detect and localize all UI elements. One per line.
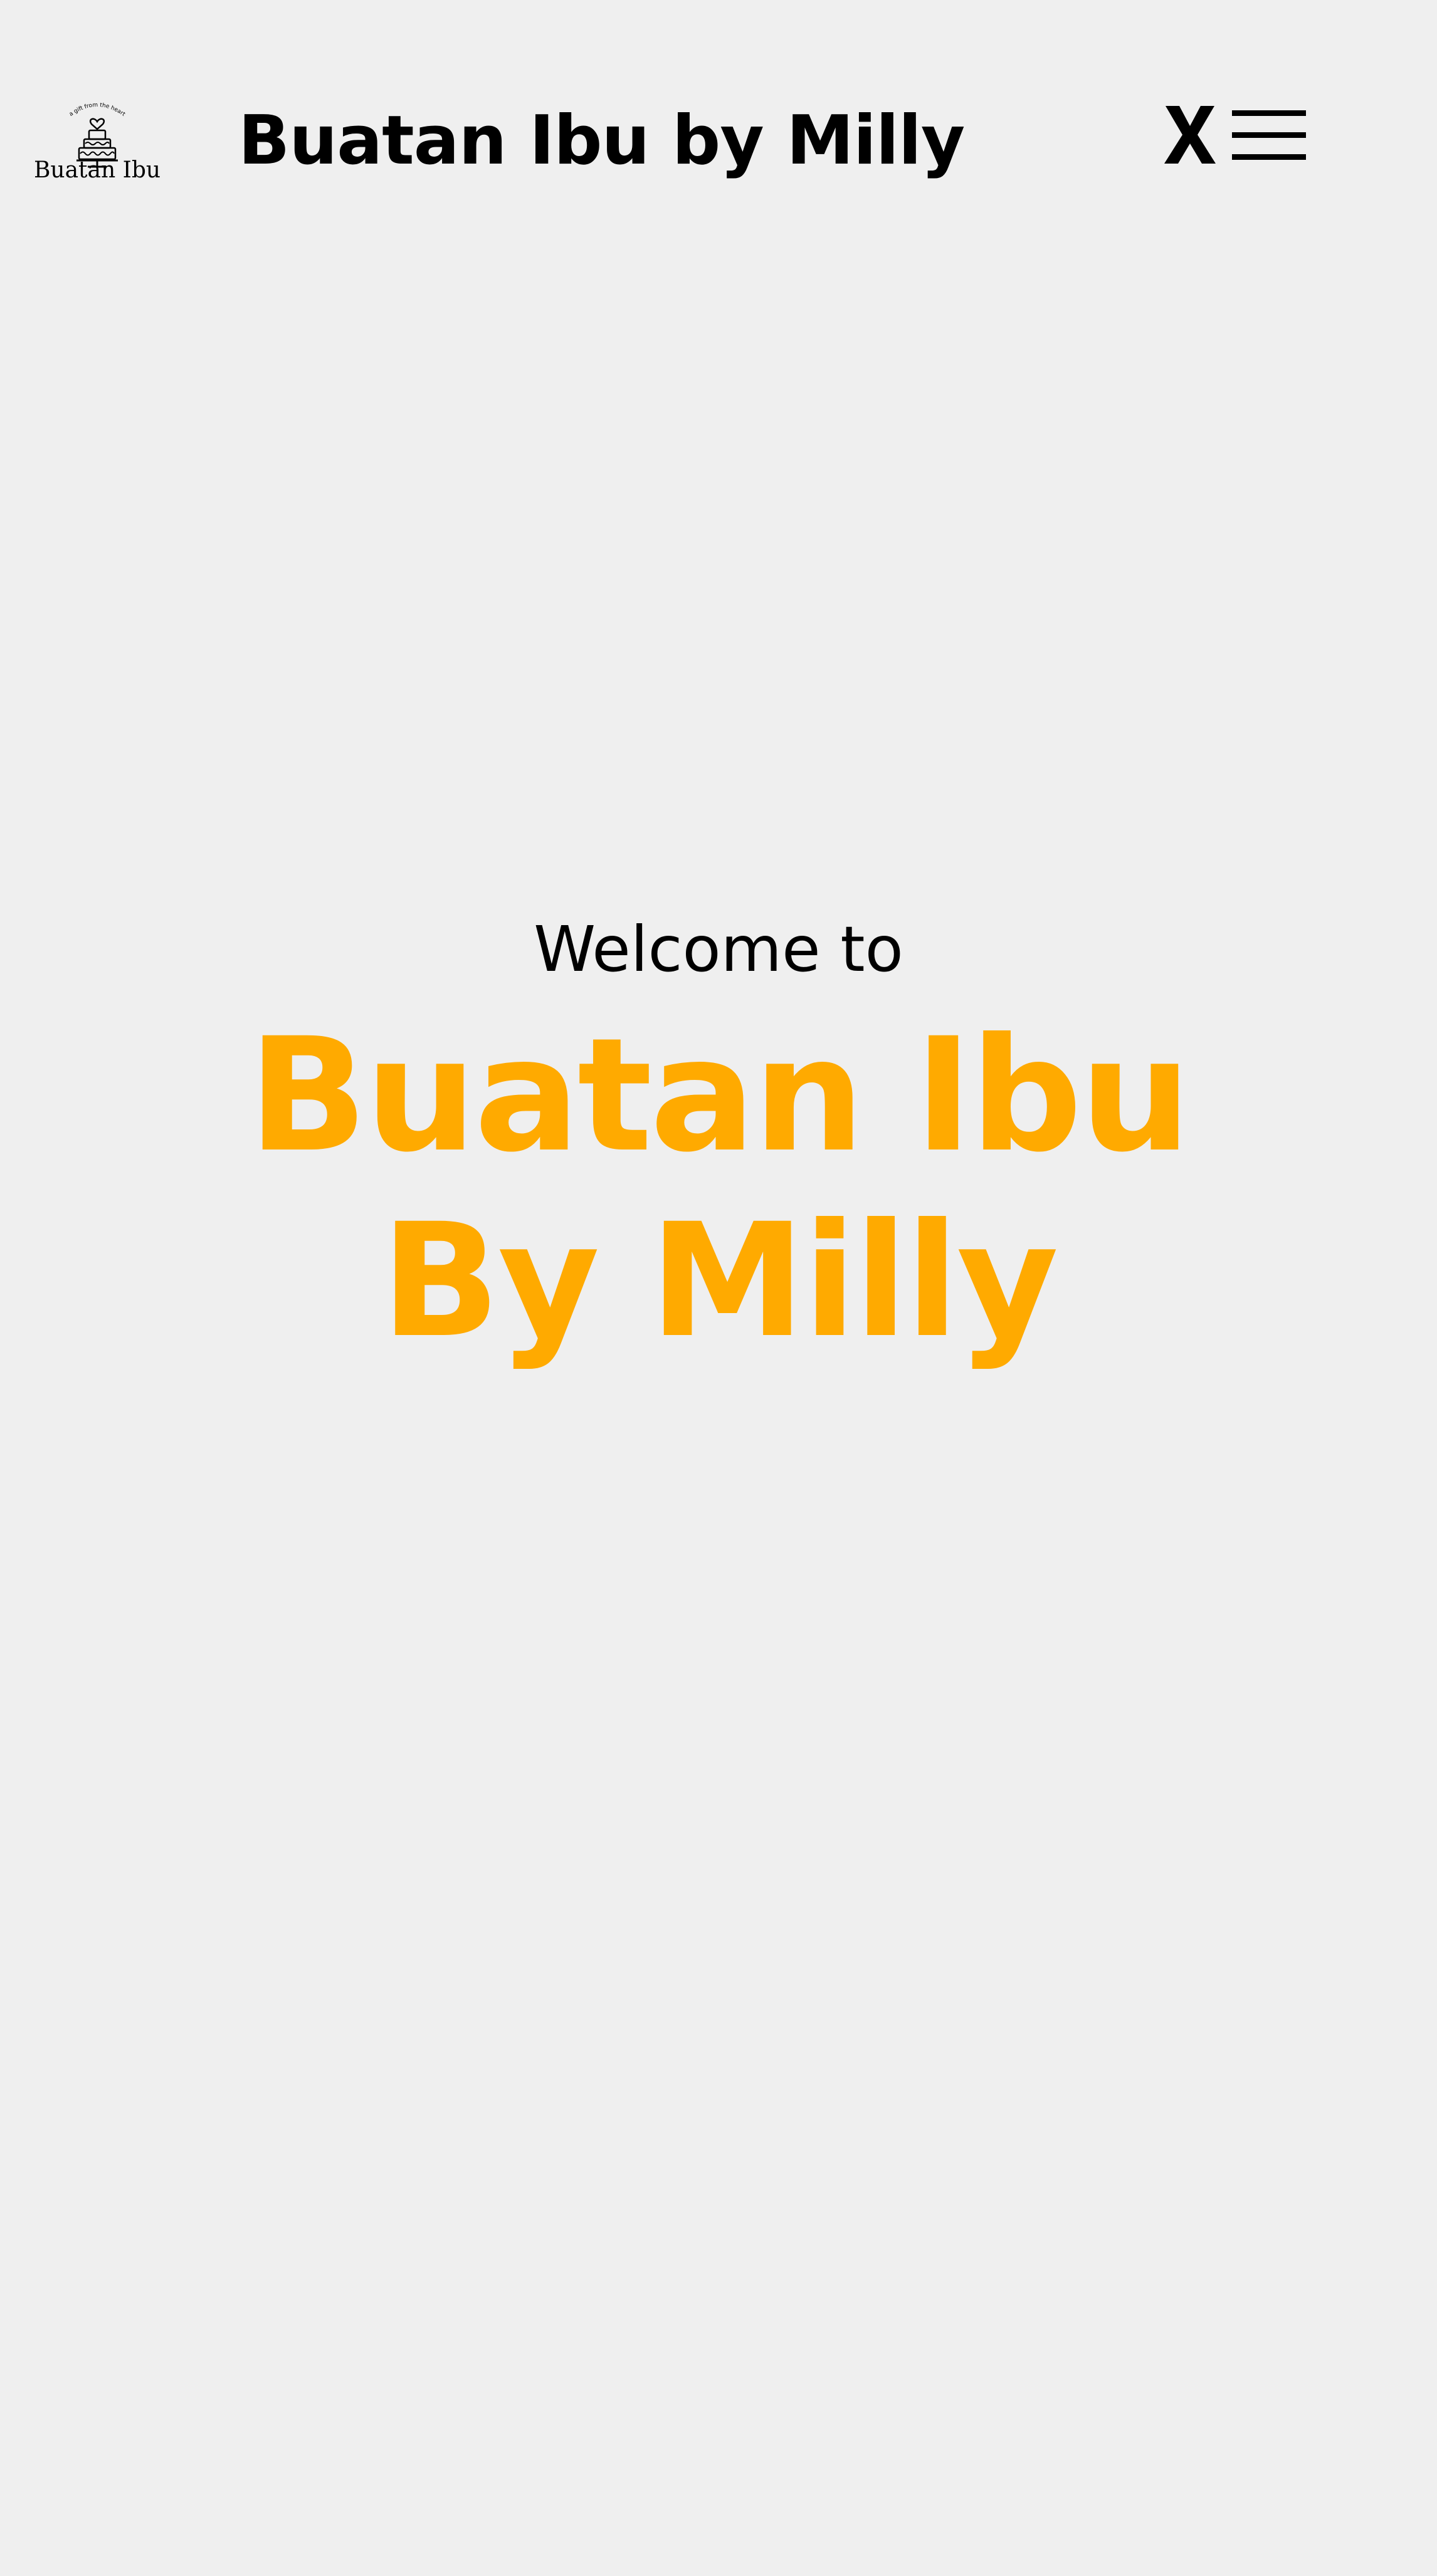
brand-logo[interactable]: a gift from the heart Buatan Ibu xyxy=(31,94,163,188)
hero-brand-name-line2: By Milly xyxy=(381,1190,1058,1372)
svg-text:a gift from the heart: a gift from the heart xyxy=(68,102,127,118)
hero-brand-name-line1: Buatan Ibu xyxy=(248,1004,1191,1186)
logo-wordmark: Buatan Ibu xyxy=(33,157,161,183)
site-title[interactable]: Buatan Ibu by Milly xyxy=(238,100,965,182)
close-button[interactable] xyxy=(1163,103,1217,166)
site-header: a gift from the heart Buatan Ibu Buatan … xyxy=(0,0,1437,238)
hamburger-menu-icon-bar-bottom xyxy=(1232,154,1306,160)
hamburger-menu-icon-bar-middle xyxy=(1232,132,1306,138)
hero-brand-name: Buatan Ibu By Milly xyxy=(0,1003,1437,1374)
hamburger-menu-icon-bar-top xyxy=(1232,110,1306,116)
close-icon xyxy=(1164,106,1216,164)
hero-welcome-text: Welcome to xyxy=(534,913,903,986)
hero-section: Welcome to Buatan Ibu By Milly xyxy=(0,903,1437,1374)
hamburger-menu-button[interactable] xyxy=(1232,107,1307,164)
